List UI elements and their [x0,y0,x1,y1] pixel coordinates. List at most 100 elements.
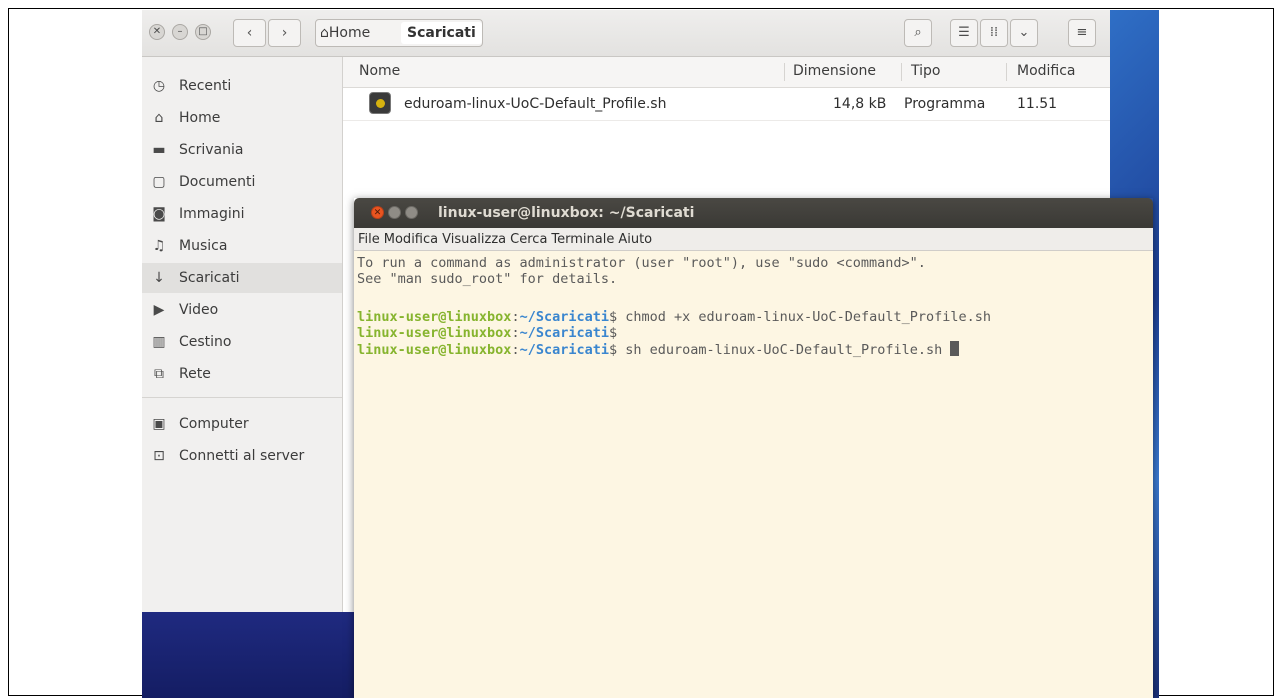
terminal-output[interactable]: To run a command as administrator (user … [354,251,1153,698]
grid-view-button[interactable]: ⁞⁞ [980,19,1008,47]
chevron-down-icon: ⌄ [1018,25,1030,40]
terminal-maximize-button[interactable] [405,206,418,219]
prompt-dollar: $ [608,325,618,341]
sidebar-item-scaricati[interactable]: ↓ Scaricati [142,263,342,293]
folder-icon: ▬ [152,142,166,158]
file-size: 14,8 kB [833,96,887,112]
video-icon: ▶ [153,302,165,318]
forward-button[interactable]: › [268,19,301,47]
home-icon: ⌂ [320,25,329,41]
sidebar-item-scrivania[interactable]: ▬ Scrivania [142,135,342,165]
prompt-path: ~/Scaricati [519,309,609,325]
terminal-menubar: File Modifica Visualizza Cerca Terminale Aiut… [354,228,1153,251]
menu-aiuto[interactable]: Aiuto [618,232,652,247]
sidebar-item-label: Cestino [179,334,232,350]
close-window-button[interactable]: ✕ [149,24,165,40]
chevron-left-icon: ‹ [246,25,253,41]
path-current-button[interactable]: Scaricati [401,22,482,44]
prompt-path: ~/Scaricati [519,342,609,358]
home-icon: ⌂ [154,110,164,126]
terminal-command-line: linux-user@linuxbox:~/Scaricati$ [357,325,617,341]
sidebar-item-label: Rete [179,366,211,382]
command-text: chmod +x eduroam-linux-UoC-Default_Profi… [617,309,991,325]
prompt-colon: : [511,309,520,325]
menu-modifica[interactable]: Modifica [384,232,438,247]
sidebar-item-video[interactable]: ▶ Video [142,295,342,325]
sidebar-item-label: Scrivania [179,142,244,158]
terminal-title-bar[interactable]: ✕ linux-user@linuxbox: ~/Scaricati [354,198,1153,228]
menu-terminale[interactable]: Terminale [551,232,614,247]
sidebar-item-label: Home [179,110,221,126]
path-bar: ⌂Home Scaricati [315,19,483,47]
sidebar-separator [142,397,342,398]
maximize-window-button[interactable]: □ [195,24,211,40]
sidebar-item-musica[interactable]: ♫ Musica [142,231,342,261]
terminal-command-line: linux-user@linuxbox:~/Scaricati$ chmod +… [357,309,991,325]
server-icon: ⊡ [153,448,165,464]
desktop: ✕ – □ ‹ › ⌂Home Scaricati ⌕ ☰ ⁞⁞ ⌄ ≡ ◷ Re… [142,10,1159,698]
prompt-colon: : [511,325,520,341]
search-icon: ⌕ [914,25,922,40]
sidebar-item-computer[interactable]: ▣ Computer [142,409,342,439]
minimize-window-button[interactable]: – [172,24,188,40]
terminal-window: ✕ linux-user@linuxbox: ~/Scaricati File M… [354,198,1153,698]
sidebar-item-label: Recenti [179,78,232,94]
sidebar-item-connetti-al-server[interactable]: ⊡ Connetti al server [142,441,342,471]
sidebar-item-label: Connetti al server [179,448,305,464]
terminal-close-button[interactable]: ✕ [371,206,384,219]
menu-button[interactable]: ≡ [1068,19,1096,47]
sidebar-item-documenti[interactable]: ▢ Documenti [142,167,342,197]
prompt-colon: : [511,342,520,358]
view-options-button[interactable]: ⌄ [1010,19,1038,47]
column-header-size[interactable]: Dimensione [793,57,876,85]
file-name: eduroam-linux-UoC-Default_Profile.sh [404,96,667,112]
header-bar: ✕ – □ ‹ › ⌂Home Scaricati ⌕ ☰ ⁞⁞ ⌄ ≡ [142,10,1110,57]
terminal-info-line: See "man sudo_root" for details. [357,271,618,287]
sidebar-item-rete[interactable]: ⧉ Rete [142,359,342,389]
file-type: Programma [904,96,986,112]
prompt-user: linux-user@linuxbox [357,325,512,341]
path-home-label: Home [328,25,371,41]
network-icon: ⧉ [154,366,164,382]
script-file-icon [369,92,391,114]
sidebar-item-home[interactable]: ⌂ Home [142,103,342,133]
computer-icon: ▣ [152,416,166,432]
path-home-button[interactable]: ⌂Home [320,20,370,46]
terminal-cursor [950,341,960,356]
file-row[interactable]: eduroam-linux-UoC-Default_Profile.sh 14,… [343,88,1110,121]
column-header-type[interactable]: Tipo [911,57,940,85]
column-divider [1006,63,1007,81]
sidebar-item-cestino[interactable]: ▥ Cestino [142,327,342,357]
grid-view-icon: ⁞⁞ [989,25,999,40]
clock-icon: ◷ [152,78,166,94]
download-icon: ↓ [153,270,165,286]
search-button[interactable]: ⌕ [904,19,932,47]
sidebar-item-recenti[interactable]: ◷ Recenti [142,71,342,101]
terminal-title: linux-user@linuxbox: ~/Scaricati [438,205,695,221]
column-header-name[interactable]: Nome [359,57,400,85]
camera-icon: ◙ [152,206,166,222]
prompt-dollar: $ [608,309,618,325]
terminal-info-line: To run a command as administrator (user … [357,255,926,271]
sidebar-item-label: Immagini [179,206,245,222]
document-icon: ▢ [152,174,166,190]
menu-cerca[interactable]: Cerca [510,232,547,247]
menu-file[interactable]: File [358,232,380,247]
sidebar-item-label: Documenti [179,174,256,190]
list-view-button[interactable]: ☰ [950,19,978,47]
column-header: Nome Dimensione Tipo Modifica [343,57,1110,88]
menu-visualizza[interactable]: Visualizza [442,232,506,247]
back-button[interactable]: ‹ [233,19,266,47]
terminal-minimize-button[interactable] [388,206,401,219]
sidebar-item-label: Musica [179,238,228,254]
sidebar-item-immagini[interactable]: ◙ Immagini [142,199,342,229]
list-view-icon: ☰ [958,25,970,40]
hamburger-menu-icon: ≡ [1076,25,1088,40]
column-header-modified[interactable]: Modifica [1017,57,1076,85]
column-divider [901,63,902,81]
sidebar: ◷ Recenti ⌂ Home ▬ Scrivania ▢ Documenti ◙ Im… [142,57,343,612]
sidebar-item-label: Scaricati [179,270,240,286]
column-divider [784,63,785,81]
music-icon: ♫ [152,238,166,254]
prompt-user: linux-user@linuxbox [357,342,512,358]
